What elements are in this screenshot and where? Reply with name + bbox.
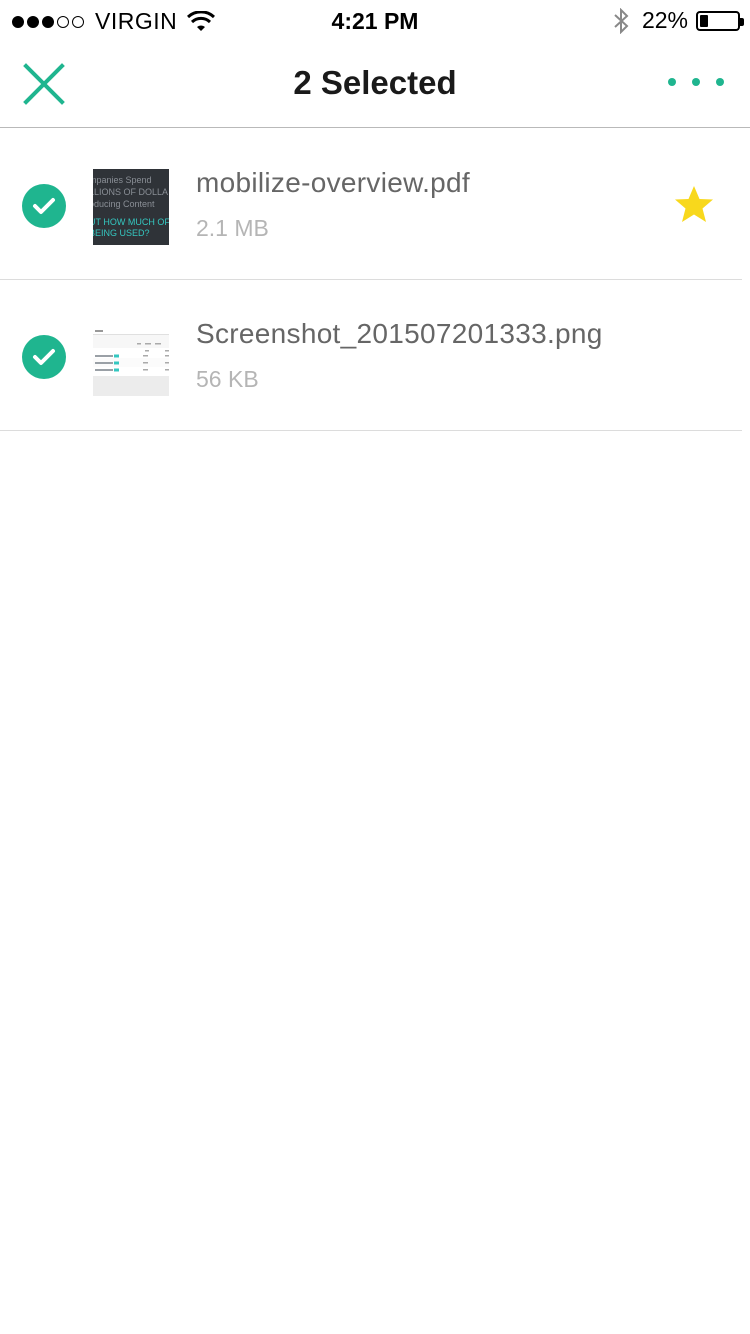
file-name: Screenshot_201507201333.png <box>196 318 603 349</box>
file-name: mobilize-overview.pdf <box>196 167 470 198</box>
star-icon[interactable] <box>672 183 716 227</box>
list-item[interactable]: Screenshot_201507201333.png 56 KB <box>0 280 742 431</box>
file-thumbnail <box>93 320 169 396</box>
more-options-icon[interactable] <box>652 78 724 86</box>
file-size: 56 KB <box>196 366 259 392</box>
file-thumbnail: mpanies Spend LLIONS OF DOLLA oducing Co… <box>93 169 169 245</box>
page-title: 2 Selected <box>293 64 457 101</box>
battery-fill <box>700 14 708 27</box>
screenshot-thumbnail-image <box>93 320 169 396</box>
battery-percent: 22% <box>641 7 688 33</box>
bluetooth-icon <box>614 7 629 34</box>
status-right: 22% <box>612 7 744 34</box>
nav-bar: 2 Selected <box>0 42 750 128</box>
selected-check-icon[interactable] <box>22 335 66 379</box>
file-list: mpanies Spend LLIONS OF DOLLA oducing Co… <box>0 129 750 431</box>
status-bar: VIRGIN 4:21 PM 22% <box>0 0 750 42</box>
selected-check-icon[interactable] <box>22 184 66 228</box>
screen: VIRGIN 4:21 PM 22% 2 Selected mpanies Sp… <box>0 0 750 1334</box>
file-size: 2.1 MB <box>196 215 269 241</box>
battery-icon <box>696 10 744 31</box>
list-item[interactable]: mpanies Spend LLIONS OF DOLLA oducing Co… <box>0 129 742 280</box>
